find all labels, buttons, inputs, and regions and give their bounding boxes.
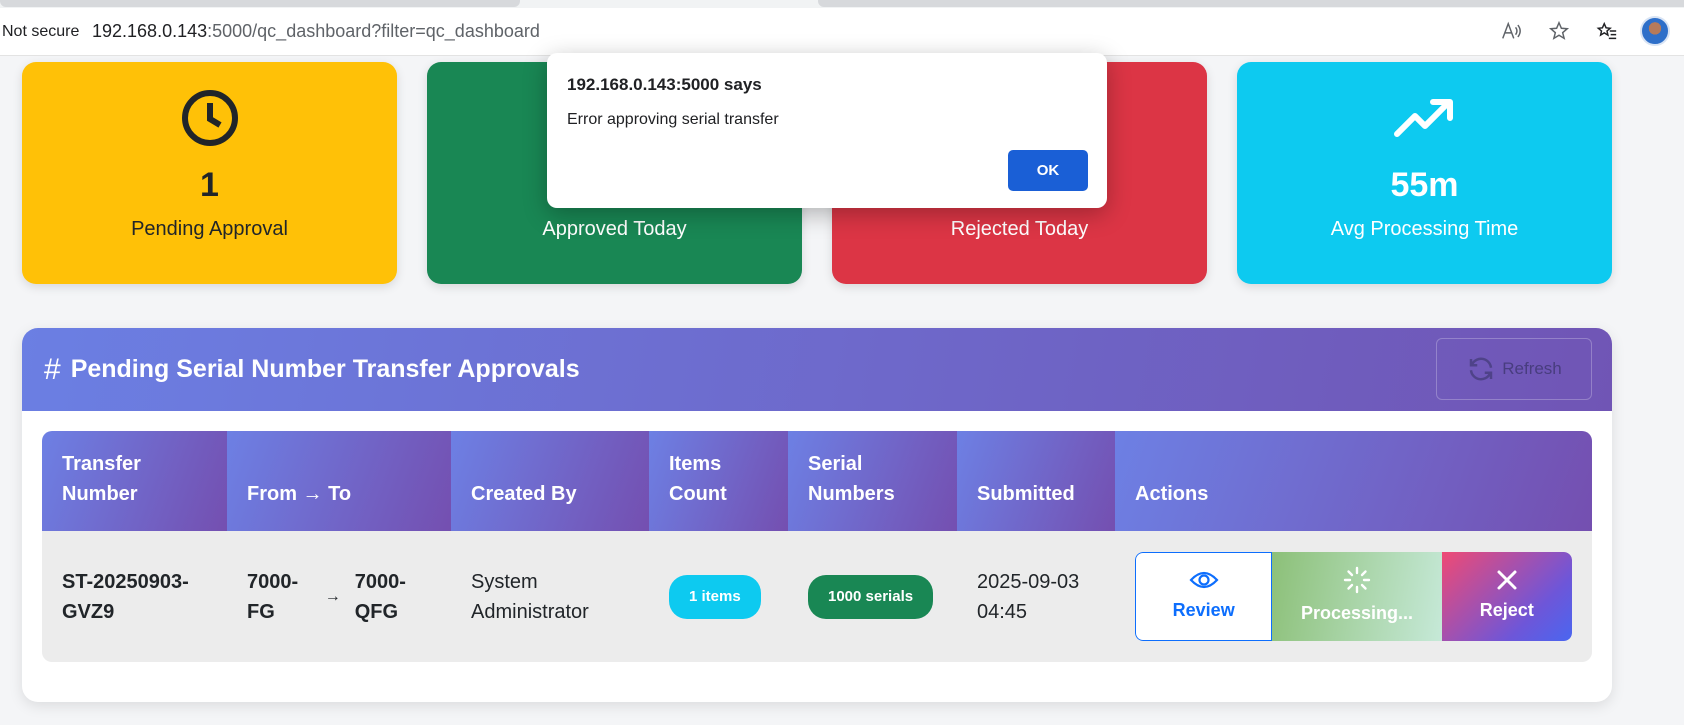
- trending-up-icon: [1237, 84, 1612, 152]
- arrow-right-icon: →: [324, 587, 341, 605]
- processing-label: Processing...: [1300, 602, 1413, 623]
- rejected-label: Rejected Today: [950, 218, 1089, 240]
- close-icon: [1497, 570, 1517, 589]
- processing-button[interactable]: Processing...: [1272, 552, 1442, 641]
- action-button-group: Review Processing... Reject: [1135, 552, 1572, 641]
- security-indicator[interactable]: Not secure: [0, 23, 90, 41]
- review-label: Review: [1172, 599, 1235, 620]
- pending-label: Pending Approval: [131, 218, 288, 240]
- refresh-label: Refresh: [1502, 359, 1562, 378]
- url-text[interactable]: 192.168.0.143:5000/qc_dashboard?filter=q…: [92, 21, 540, 42]
- avg-time-value: 55m: [1390, 166, 1459, 204]
- col-items-count: Items Count: [649, 431, 788, 531]
- hash-icon: #: [44, 352, 61, 386]
- clock-icon: [22, 84, 397, 152]
- url-path: :5000/qc_dashboard?filter=qc_dashboard: [207, 21, 540, 41]
- browser-tab[interactable]: [0, 0, 520, 7]
- transfers-table: Transfer Number From → To Created By Ite…: [42, 431, 1592, 662]
- reject-label: Reject: [1479, 599, 1534, 620]
- col-from-to: From → To: [227, 431, 451, 531]
- from-to: 7000-FG → 7000-QFG: [227, 567, 451, 627]
- panel-header: # Pending Serial Number Transfer Approva…: [22, 328, 1612, 411]
- table-header: Transfer Number From → To Created By Ite…: [42, 431, 1592, 531]
- refresh-button[interactable]: Refresh: [1436, 338, 1592, 400]
- col-serial-numbers: Serial Numbers: [788, 431, 957, 531]
- pending-transfers-panel: # Pending Serial Number Transfer Approva…: [22, 328, 1612, 702]
- items-count-cell: 1 items: [649, 574, 788, 619]
- submitted-date: 2025-09-03 04:45: [977, 570, 1080, 623]
- items-count-badge: 1 items: [669, 574, 761, 619]
- serial-numbers-cell: 1000 serials: [788, 574, 957, 619]
- pending-count: 1: [200, 166, 219, 204]
- url-host: 192.168.0.143: [92, 21, 208, 41]
- dialog-title: 192.168.0.143:5000 says: [567, 75, 762, 94]
- avg-time-label: Avg Processing Time: [1330, 218, 1519, 240]
- browser-tab[interactable]: [818, 0, 1684, 7]
- browser-tab-strip: [0, 0, 1684, 8]
- eye-icon: [1189, 571, 1219, 588]
- favorites-icon[interactable]: [1592, 16, 1622, 46]
- col-transfer-number: Transfer Number: [42, 431, 227, 531]
- browser-toolbar: [1496, 16, 1670, 46]
- col-submitted: Submitted: [957, 431, 1115, 531]
- spinner-icon: [1343, 566, 1371, 593]
- created-by: System Administrator: [471, 570, 589, 623]
- favorite-star-icon[interactable]: [1544, 16, 1574, 46]
- approved-label: Approved Today: [542, 218, 687, 240]
- panel-title: Pending Serial Number Transfer Approvals: [70, 355, 580, 383]
- col-actions: Actions: [1115, 431, 1592, 531]
- dialog-message: Error approving serial transfer: [567, 111, 779, 128]
- pending-approval-card: 1 Pending Approval: [22, 62, 397, 284]
- table-row: ST-20250903-GVZ9 7000-FG → 7000-QFG Syst…: [42, 531, 1592, 662]
- reject-button[interactable]: Reject: [1441, 552, 1572, 641]
- avg-processing-card: 55m Avg Processing Time: [1237, 62, 1612, 284]
- address-bar[interactable]: Not secure 192.168.0.143:5000/qc_dashboa…: [0, 8, 1684, 56]
- to-location: 7000-QFG: [354, 570, 406, 623]
- ok-button[interactable]: OK: [1008, 150, 1088, 191]
- transfer-number: ST-20250903-GVZ9: [62, 570, 189, 623]
- alert-dialog: 192.168.0.143:5000 says Error approving …: [547, 53, 1107, 208]
- serial-count-badge: 1000 serials: [808, 574, 934, 619]
- actions-cell: Review Processing... Reject: [1115, 552, 1592, 641]
- from-location: 7000-FG: [247, 570, 299, 623]
- read-aloud-icon[interactable]: [1496, 16, 1526, 46]
- review-button[interactable]: Review: [1135, 552, 1273, 641]
- profile-avatar[interactable]: [1640, 16, 1670, 46]
- col-created-by: Created By: [451, 431, 649, 531]
